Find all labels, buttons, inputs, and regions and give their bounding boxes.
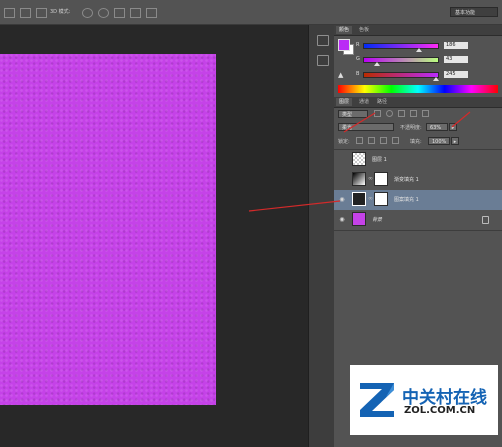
layer-thumbnail [352,212,366,226]
fill-label: 填充: [410,139,422,145]
filter-type-icon[interactable] [397,110,405,117]
zol-logo-icon [360,383,394,417]
document-canvas[interactable] [0,54,216,405]
layer-mask-thumbnail[interactable] [374,172,388,186]
filter-shape-icon[interactable] [409,110,417,117]
lock-image-icon[interactable] [367,137,375,144]
foreground-color-swatch-top[interactable] [338,39,350,51]
3d-scale-icon[interactable] [145,8,157,18]
lock-label: 锁定: [338,139,350,145]
color-spectrum-ramp[interactable] [338,85,498,93]
link-chain-icon[interactable]: ∞ [368,175,373,182]
layer-thumbnail [352,192,366,206]
layer-name[interactable]: 图案填充 1 [394,196,419,203]
3d-tools-group [82,8,160,18]
3d-roll-icon[interactable] [97,8,109,18]
layer-name[interactable]: 图层 1 [372,156,387,163]
layer-name[interactable]: 背景 [372,216,382,223]
visibility-toggle[interactable] [338,156,346,163]
gamut-warning-icon: ▲ [338,71,344,79]
layers-panel-tabbar: 图层 通道 路径 [334,97,502,108]
lock-icons [356,137,402,144]
tab-color[interactable]: 颜色 [336,26,353,34]
lock-all-icon[interactable] [391,137,399,144]
tab-layers[interactable]: 图层 [336,98,353,106]
align-left-icon[interactable] [19,8,31,18]
align-center-icon[interactable] [35,8,47,18]
channel-r-label: R [356,42,360,48]
layer-filter-kind[interactable]: 类型 [338,110,368,118]
color-panel-icon[interactable] [317,35,329,46]
watermark-brand-url: ZOL.COM.CN [404,405,476,416]
channel-g-value[interactable]: 43 [444,56,468,63]
opacity-label: 不透明度: [400,125,422,131]
blend-mode-select[interactable]: 柔光 [338,123,394,131]
opacity-field[interactable]: 63% [426,123,448,131]
fill-dropdown-arrow[interactable]: ▸ [451,137,459,145]
layer-filter-icons [374,110,434,119]
layer-name[interactable]: 渐变填充 1 [394,176,419,183]
filter-adjustment-icon[interactable] [385,110,393,117]
fill-field[interactable]: 100% [428,137,450,145]
mode-3d-label: 3D 模式: [50,9,71,15]
zol-watermark: 中关村在线 ZOL.COM.CN [350,365,498,435]
layer-thumbnail [352,152,366,166]
channel-b-thumb[interactable] [433,77,439,81]
opacity-dropdown-arrow[interactable]: ▸ [449,123,457,131]
channel-b-slider[interactable] [363,72,439,78]
3d-drag-icon[interactable] [113,8,125,18]
channel-b-label: B [356,71,360,77]
workspace-switcher[interactable]: 基本功能 [450,7,498,17]
layers-list: 图层 1 ∞ 渐变填充 1 ◉ ∞ 图案填充 1 ◉ 背景 [334,149,502,231]
options-bar: 3D 模式: 基本功能 [0,0,502,25]
channel-g-label: G [356,56,360,62]
layer-row[interactable]: ∞ 渐变填充 1 [334,170,502,191]
layer-row[interactable]: ◉ 背景 [334,210,502,231]
tab-swatches[interactable]: 色板 [356,26,372,34]
tool-preset-group [4,8,50,18]
visibility-eye-icon[interactable]: ◉ [338,196,346,203]
visibility-eye-icon[interactable]: ◉ [338,216,346,223]
layer-mask-thumbnail[interactable] [374,192,388,206]
channel-g-thumb[interactable] [374,62,380,66]
lock-icon [482,216,489,224]
channel-r-thumb[interactable] [416,48,422,52]
filter-pixel-icon[interactable] [374,110,381,117]
layer-row-selected[interactable]: ◉ ∞ 图案填充 1 [334,190,502,211]
tab-channels[interactable]: 通道 [356,98,372,106]
layer-thumbnail [352,172,366,186]
channel-r-value[interactable]: 186 [444,42,468,49]
swatches-panel-icon[interactable] [317,55,329,66]
layer-row[interactable]: 图层 1 [334,150,502,171]
color-panel-tabbar: 颜色 色板 [334,25,502,36]
channel-r-slider[interactable] [363,43,439,49]
lock-transparent-icon[interactable] [356,137,363,144]
tab-paths[interactable]: 路径 [374,98,390,106]
visibility-toggle[interactable] [338,176,346,183]
channel-b-value[interactable]: 245 [444,71,468,78]
lock-position-icon[interactable] [379,137,387,144]
3d-slide-icon[interactable] [129,8,141,18]
panel-dock-column [308,25,335,447]
3d-rotate-icon[interactable] [82,8,93,18]
link-chain-icon[interactable]: ∞ [368,195,373,202]
tool-preset-icon[interactable] [4,8,15,18]
filter-smart-object-icon[interactable] [421,110,429,117]
